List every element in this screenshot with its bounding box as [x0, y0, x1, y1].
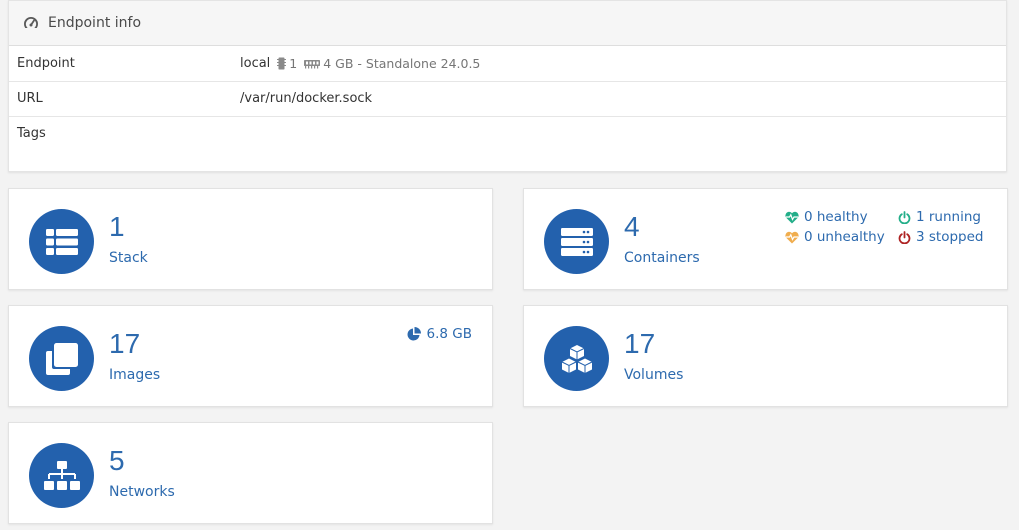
endpoint-label: Endpoint	[17, 56, 75, 71]
unhealthy-text: 0 unhealthy	[804, 229, 885, 245]
healthy-status: 0 healthy	[785, 209, 868, 225]
heartbeat-warning-icon	[785, 231, 799, 243]
url-value: /var/run/docker.sock	[240, 91, 373, 106]
stopped-status: 3 stopped	[898, 229, 983, 245]
running-status: 1 running	[898, 209, 981, 225]
url-label: URL	[17, 91, 43, 106]
endpoint-info-header: Endpoint info	[9, 1, 1006, 46]
tags-label: Tags	[17, 126, 46, 141]
networks-label: Networks	[109, 484, 175, 500]
images-tile[interactable]: 17 Images 6.8 GB	[8, 305, 493, 407]
pie-chart-icon	[407, 327, 421, 341]
healthy-text: 0 healthy	[804, 209, 868, 225]
endpoint-info-title: Endpoint info	[48, 15, 142, 31]
microchip-icon	[277, 57, 287, 70]
volumes-label: Volumes	[624, 367, 684, 383]
stacks-label: Stack	[109, 250, 148, 266]
running-text: 1 running	[916, 209, 981, 225]
memory-icon	[304, 59, 321, 68]
volumes-count: 17	[624, 328, 656, 359]
heartbeat-icon	[785, 211, 799, 223]
containers-count: 4	[624, 211, 640, 242]
tags-row: Tags	[9, 117, 1006, 172]
endpoint-row: Endpoint local 1 4 GB - Standalone 24.0.…	[9, 47, 1006, 82]
endpoint-meta: 1 4 GB - Standalone 24.0.5	[270, 56, 480, 71]
list-icon	[45, 228, 78, 255]
sitemap-icon	[43, 460, 80, 490]
power-off-icon	[898, 230, 911, 244]
memory-info: 4 GB - Standalone 24.0.5	[323, 56, 481, 71]
images-icon-circle	[29, 326, 94, 391]
cpu-count: 1	[289, 56, 298, 71]
url-row: URL /var/run/docker.sock	[9, 82, 1006, 117]
images-size-text: 6.8 GB	[426, 326, 472, 342]
containers-tile[interactable]: 4 Containers 0 healthy 0 unhealthy 1 run…	[523, 188, 1008, 290]
networks-tile[interactable]: 5 Networks	[8, 422, 493, 524]
stacks-icon-circle	[29, 209, 94, 274]
volumes-icon-circle	[544, 326, 609, 391]
endpoint-info-panel: Endpoint info Endpoint local 1 4 GB - St…	[8, 0, 1007, 172]
containers-label: Containers	[624, 250, 700, 266]
images-count: 17	[109, 328, 141, 359]
stacks-count: 1	[109, 211, 125, 242]
stopped-text: 3 stopped	[916, 229, 984, 245]
power-on-icon	[898, 210, 911, 224]
endpoint-name: local	[240, 56, 271, 71]
dashboard-gauge-icon	[23, 17, 39, 30]
containers-icon-circle	[544, 209, 609, 274]
images-size: 6.8 GB	[407, 326, 472, 342]
endpoint-value: local 1 4 GB - Standalone 24.0.5	[240, 56, 480, 71]
networks-icon-circle	[29, 443, 94, 508]
volumes-tile[interactable]: 17 Volumes	[523, 305, 1008, 407]
images-label: Images	[109, 367, 161, 383]
cubes-icon	[561, 344, 592, 373]
server-icon	[560, 227, 593, 256]
stacks-tile[interactable]: 1 Stack	[8, 188, 493, 290]
clone-icon	[45, 342, 78, 375]
networks-count: 5	[109, 445, 125, 476]
unhealthy-status: 0 unhealthy	[785, 229, 885, 245]
